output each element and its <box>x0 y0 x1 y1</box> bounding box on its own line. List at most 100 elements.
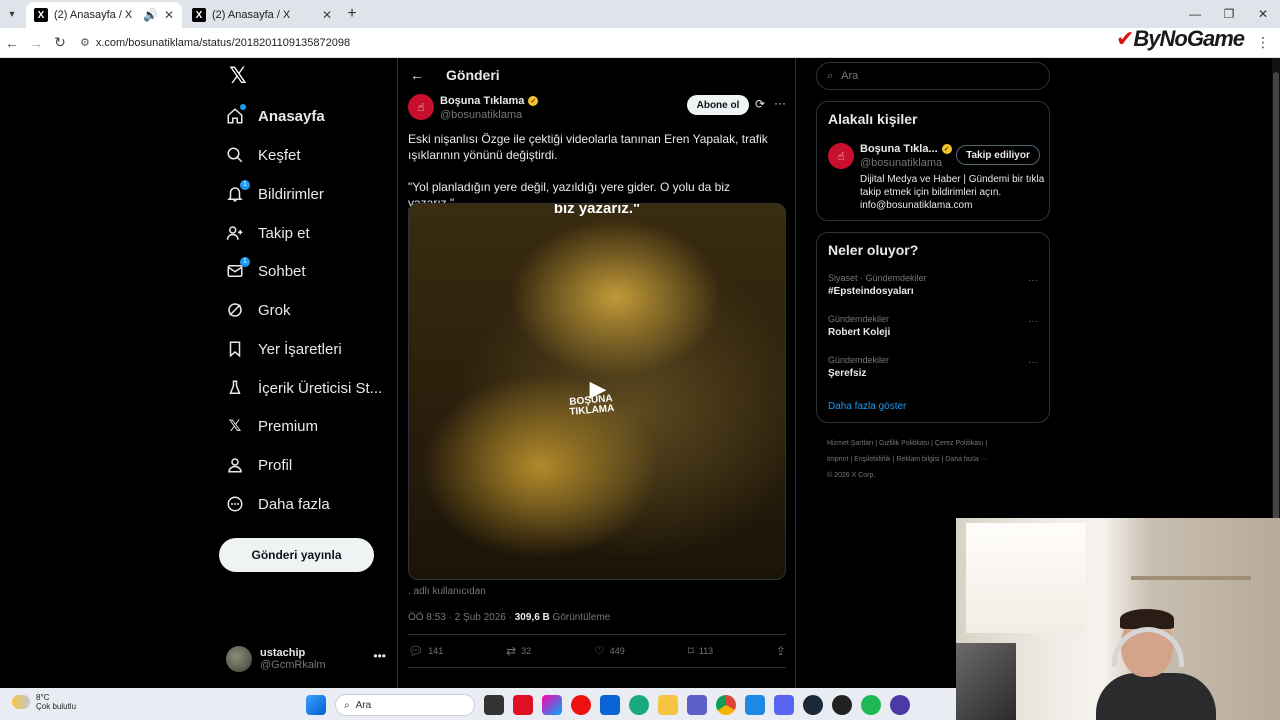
sidebar-item-grok[interactable]: Grok <box>226 295 291 325</box>
repost-button[interactable]: ⇄ 32 <box>506 643 531 659</box>
window-controls: — ❐ ✕ <box>1178 0 1280 28</box>
post-header: ← Gönderi <box>398 58 795 92</box>
browser-tab-1[interactable]: X (2) Anasayfa / X 🔊 ✕ <box>26 2 182 28</box>
related-name[interactable]: Boşuna Tıkla... ✓ <box>860 143 952 155</box>
site-info-icon[interactable]: ⚙ <box>80 36 90 49</box>
sidebar-item-label: Profil <box>258 456 293 474</box>
taskbar-search[interactable]: ⌕ Ara <box>335 694 475 716</box>
post-video[interactable]: biz yazarız." ▶ BOŞUNATIKLAMA ✋ <box>408 203 786 580</box>
more-icon[interactable]: ··· <box>774 96 786 110</box>
trend-item[interactable]: Gündemdekiler Robert Koleji ··· <box>828 314 1038 338</box>
close-window-button[interactable]: ✕ <box>1246 0 1280 28</box>
back-button[interactable]: ← <box>0 35 24 51</box>
tab-title: (2) Anasayfa / X <box>54 9 133 21</box>
share-button[interactable]: ⇪ <box>776 643 786 659</box>
spotify-icon[interactable] <box>861 695 881 715</box>
show-more-link[interactable]: Daha fazla göster <box>828 401 906 412</box>
sidebar-item-explore[interactable]: Keşfet <box>226 140 301 170</box>
person-add-icon <box>226 224 244 242</box>
notification-badge: 1 <box>240 180 250 190</box>
url-field[interactable]: ⚙ x.com/bosunatiklama/status/20182011091… <box>80 32 1280 54</box>
steam-icon[interactable] <box>803 695 823 715</box>
following-button[interactable]: Takip ediliyor <box>956 145 1040 165</box>
author-name[interactable]: Boşuna Tıklama ✓ <box>440 95 539 107</box>
grok-icon[interactable]: ⟳ <box>755 97 765 111</box>
related-avatar[interactable]: ☝ <box>828 143 854 169</box>
app-icon[interactable] <box>745 695 765 715</box>
teams-icon[interactable] <box>687 695 707 715</box>
sidebar-item-chat[interactable]: 1 Sohbet <box>226 256 306 286</box>
browser-menu-icon[interactable]: ⋮ <box>1256 34 1270 51</box>
x-favicon-icon: X <box>192 8 206 22</box>
tab-search-icon[interactable]: ▾ <box>0 0 24 28</box>
post-button[interactable]: Gönderi yayınla <box>219 538 374 572</box>
post-column: ← Gönderi ☝ Boşuna Tıklama ✓ @bosunatikla… <box>397 58 796 688</box>
author-handle[interactable]: @bosunatiklama <box>440 109 522 121</box>
related-people-panel: Alakalı kişiler ☝ Boşuna Tıkla... ✓ @bosu… <box>816 101 1050 221</box>
file-explorer-icon[interactable] <box>658 695 678 715</box>
app-icon[interactable] <box>890 695 910 715</box>
discord-icon[interactable] <box>774 695 794 715</box>
video-caption: biz yazarız." <box>553 203 641 217</box>
outlook-icon[interactable] <box>600 695 620 715</box>
sidebar-item-profile[interactable]: Profil <box>226 450 292 480</box>
sidebar-item-home[interactable]: Anasayfa <box>226 101 325 131</box>
search-input[interactable]: ⌕ Ara <box>816 62 1050 90</box>
reload-button[interactable]: ↻ <box>48 34 72 51</box>
restore-button[interactable]: ❐ <box>1212 0 1246 28</box>
bookmark-button[interactable]: ⌑ 113 <box>688 643 714 659</box>
obs-icon[interactable] <box>832 695 852 715</box>
post-actions: 💬︎ 141 ⇄ 32 ♡ 449 ⌑ 113 ⇪ <box>408 643 786 659</box>
windows-start-icon[interactable] <box>306 695 326 715</box>
footer-links[interactable]: Hizmet Şartları | Gizlilik Politikası | … <box>827 436 1037 484</box>
author-avatar[interactable]: ☝ <box>408 94 434 120</box>
video-attribution[interactable]: . adlı kullanıcıdan <box>408 586 486 597</box>
account-handle: @GcmRkalm <box>260 659 326 671</box>
edge-icon[interactable] <box>629 695 649 715</box>
task-view-icon[interactable] <box>484 695 504 715</box>
sidebar-item-creator-studio[interactable]: İçerik Üreticisi St... <box>226 373 382 403</box>
sidebar-item-notifications[interactable]: 1 Bildirimler <box>226 179 324 209</box>
back-arrow-icon[interactable]: ← <box>410 67 424 83</box>
creator-icon <box>226 379 244 397</box>
left-sidebar: 𝕏 Anasayfa Keşfet 1 Bildirimler Takip et… <box>218 58 396 688</box>
related-handle[interactable]: @bosunatiklama <box>860 157 942 169</box>
sidebar-item-follow[interactable]: Takip et <box>226 218 310 248</box>
grok-icon <box>226 301 244 319</box>
related-bio: Dijital Medya ve Haber | Gündemi bir tık… <box>860 174 1045 211</box>
video-watermark: BOŞUNA TIKLAMA <box>568 393 615 418</box>
close-tab-icon[interactable]: ✕ <box>322 8 332 22</box>
subscribe-button[interactable]: Abone ol <box>687 95 749 115</box>
forward-button[interactable]: → <box>24 35 48 51</box>
chat-badge: 1 <box>240 257 250 267</box>
minimize-button[interactable]: — <box>1178 0 1212 28</box>
trend-item[interactable]: Siyaset · Gündemdekiler #Epsteindosyalar… <box>828 273 1038 297</box>
sidebar-item-premium[interactable]: 𝕏 Premium <box>226 411 318 441</box>
sidebar-item-more[interactable]: Daha fazla <box>226 489 330 519</box>
close-tab-icon[interactable]: ✕ <box>164 8 174 22</box>
audio-icon[interactable]: 🔊 <box>143 8 158 22</box>
app-icon[interactable] <box>542 695 562 715</box>
opera-icon[interactable] <box>571 695 591 715</box>
app-icon[interactable] <box>513 695 533 715</box>
sidebar-item-label: Bildirimler <box>258 185 324 203</box>
new-tab-button[interactable]: + <box>340 2 364 28</box>
more-icon[interactable]: ··· <box>1028 316 1038 327</box>
more-icon[interactable]: ··· <box>1028 275 1038 286</box>
share-icon: ⇪ <box>775 644 786 658</box>
trend-item[interactable]: Gündemdekiler Şerefsiz ··· <box>828 355 1038 379</box>
more-icon[interactable]: ••• <box>373 649 386 663</box>
weather-widget[interactable]: 8°C Çok bulutlu <box>12 693 76 711</box>
verified-badge-icon: ✓ <box>941 144 952 154</box>
sidebar-item-bookmarks[interactable]: Yer İşaretleri <box>226 334 342 364</box>
like-button[interactable]: ♡ 449 <box>594 643 625 659</box>
more-icon[interactable]: ··· <box>1028 357 1038 368</box>
account-switcher[interactable]: ustachip @GcmRkalm ••• <box>226 643 386 675</box>
post-author: ☝ Boşuna Tıklama ✓ @bosunatiklama Abone o… <box>408 94 788 124</box>
x-logo-icon[interactable]: 𝕏 <box>226 64 250 88</box>
sidebar-item-label: Keşfet <box>258 146 301 164</box>
reply-button[interactable]: 💬︎ 141 <box>408 643 443 659</box>
browser-tab-2[interactable]: X (2) Anasayfa / X ✕ <box>184 2 340 28</box>
bookmark-icon: ⌑ <box>687 644 694 658</box>
chrome-icon[interactable] <box>716 695 736 715</box>
